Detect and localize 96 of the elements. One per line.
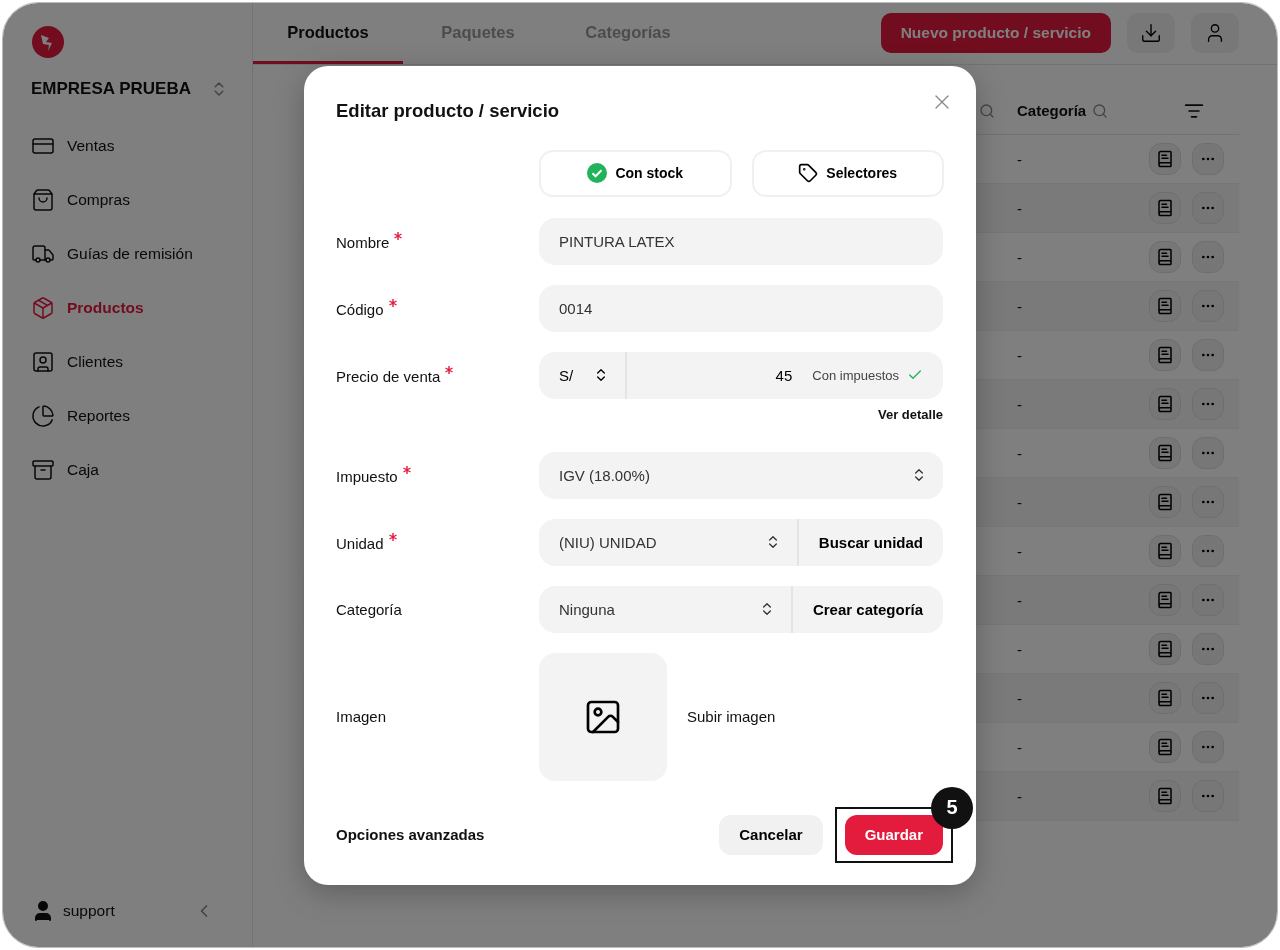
book-icon: [1156, 150, 1174, 168]
row-book-button[interactable]: [1149, 633, 1181, 665]
table-cell-text: -: [1016, 640, 1023, 658]
required-asterisk-icon: [388, 532, 397, 541]
nav-item[interactable]: Caja: [31, 443, 252, 497]
book-icon: [1156, 689, 1174, 707]
row-book-button[interactable]: [1149, 780, 1181, 812]
book-icon: [1156, 738, 1174, 756]
dialog-title: Editar producto / servicio: [336, 99, 561, 122]
select-field[interactable]: Ninguna: [539, 585, 791, 633]
table-cell-text: -: [1016, 395, 1023, 413]
book-icon: [1156, 640, 1174, 658]
logo-icon[interactable]: [31, 25, 65, 59]
text-field[interactable]: 0014: [539, 284, 943, 332]
row-book-button[interactable]: [1149, 437, 1181, 469]
box-icon: [31, 458, 55, 482]
field-label: Nombre: [336, 231, 539, 251]
download-icon: [1140, 22, 1162, 44]
book-icon: [1156, 395, 1174, 413]
step-badge: 5: [931, 786, 973, 829]
table-cell-text: -: [1016, 787, 1023, 805]
required-asterisk-icon: [445, 365, 454, 374]
text-field[interactable]: PINTURA LATEX: [539, 217, 943, 265]
row-book-button[interactable]: [1149, 682, 1181, 714]
toggle-button[interactable]: Con stock: [539, 149, 732, 197]
cancel-button[interactable]: Cancelar: [719, 814, 823, 855]
field-label: Precio de venta: [336, 365, 539, 385]
company-name: EMPRESA PRUEBA: [31, 79, 191, 99]
tax-note: Con impuestos: [812, 367, 899, 383]
required-asterisk-icon: [388, 298, 397, 307]
row-book-button[interactable]: [1149, 486, 1181, 518]
save-button[interactable]: Guardar: [844, 814, 943, 855]
book-icon: [1156, 248, 1174, 266]
row-book-button[interactable]: [1149, 584, 1181, 616]
row-book-button[interactable]: [1149, 388, 1181, 420]
truck-icon: [31, 242, 55, 266]
detail-link[interactable]: Ver detalle: [539, 406, 943, 422]
nav-item[interactable]: Ventas: [31, 119, 252, 173]
book-icon: [1156, 444, 1174, 462]
book-icon: [1156, 297, 1174, 315]
book-icon: [1156, 787, 1174, 805]
required-asterisk-icon: [394, 231, 403, 240]
row-book-button[interactable]: [1149, 339, 1181, 371]
table-cell-text: -: [1016, 689, 1023, 707]
select-field[interactable]: IGV (18.00%): [539, 451, 943, 499]
upload-link[interactable]: Subir imagen: [687, 708, 776, 725]
box-icon: [31, 296, 55, 320]
download-button[interactable]: [1127, 13, 1175, 53]
book-icon: [1156, 199, 1174, 217]
tag-icon: [798, 163, 819, 183]
table-cell-text: -: [1016, 444, 1023, 462]
row-book-button[interactable]: [1149, 535, 1181, 567]
search-icon[interactable]: [979, 102, 995, 119]
advanced-options-link[interactable]: Opciones avanzadas: [336, 826, 485, 843]
book-icon: [1156, 542, 1174, 560]
toggle-button[interactable]: Selectores: [751, 149, 944, 197]
search-icon[interactable]: [1092, 102, 1109, 119]
nav-item[interactable]: Clientes: [31, 335, 252, 389]
amount-field[interactable]: 45: [627, 366, 813, 384]
table-cell-text: -: [1016, 346, 1023, 364]
field-label: Código: [336, 298, 539, 318]
field-label: Impuesto: [336, 465, 539, 485]
table-cell-text: -: [1016, 738, 1023, 756]
book-icon: [1156, 493, 1174, 511]
image-upload-box[interactable]: [539, 652, 667, 781]
row-book-button[interactable]: [1149, 241, 1181, 273]
row-book-button[interactable]: [1149, 143, 1181, 175]
required-asterisk-icon: [402, 465, 411, 474]
field-label: Imagen: [336, 708, 388, 725]
currency-select[interactable]: S/: [539, 351, 627, 399]
nav-item[interactable]: Reportes: [31, 389, 252, 443]
book-icon: [1156, 346, 1174, 364]
row-book-button[interactable]: [1149, 290, 1181, 322]
badge-icon: [31, 350, 55, 374]
nav-item[interactable]: Compras: [31, 173, 252, 227]
table-cell-text: -: [1016, 199, 1023, 217]
table-cell-text: -: [1016, 542, 1023, 560]
column-header: Categoría: [1017, 102, 1087, 119]
bag-icon: [31, 188, 55, 212]
row-book-button[interactable]: [1149, 192, 1181, 224]
user-name[interactable]: support: [31, 899, 115, 923]
profile-button[interactable]: [1191, 13, 1239, 53]
table-cell-text: -: [1016, 297, 1023, 315]
action-button[interactable]: Crear categoría: [790, 585, 943, 633]
table-cell-text: -: [1016, 591, 1023, 609]
nav-item[interactable]: Guías de remisión: [31, 227, 252, 281]
field-label: Unidad: [336, 532, 539, 552]
row-book-button[interactable]: [1149, 731, 1181, 763]
book-icon: [1156, 591, 1174, 609]
table-cell-text: -: [1016, 493, 1023, 511]
pie-chart-icon: [31, 404, 55, 428]
field-label: Categoría: [336, 600, 403, 618]
action-button[interactable]: Buscar unidad: [796, 518, 943, 566]
select-field[interactable]: (NIU) UNIDAD: [539, 518, 797, 566]
table-cell-text: -: [1016, 150, 1023, 168]
table-cell-text: -: [1016, 248, 1023, 266]
